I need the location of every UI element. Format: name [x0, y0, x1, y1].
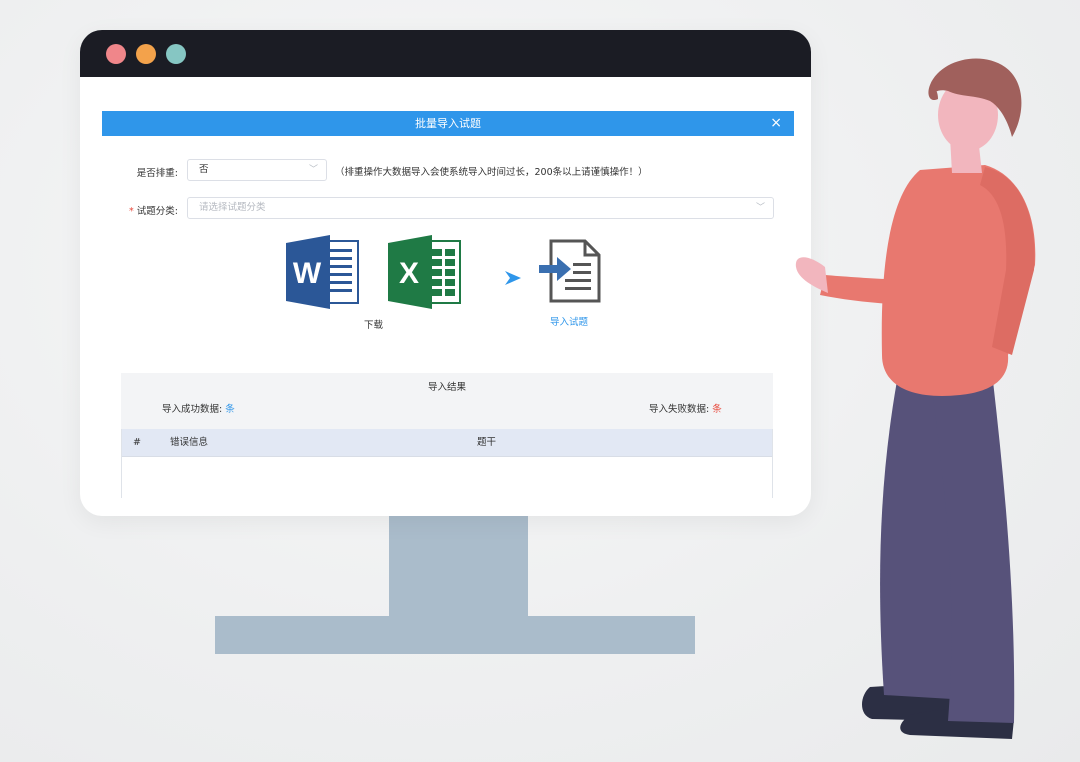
download-label[interactable]: 下载 [364, 317, 383, 331]
monitor-screen: 批量导入试题 × 是否排重: 否 ﹀ （排重操作大数据导入会使系统导入时间过长，… [80, 30, 811, 516]
word-document-icon[interactable]: W [286, 235, 361, 309]
category-select[interactable]: 请选择试题分类 ﹀ [187, 197, 774, 219]
minimize-window-dot[interactable] [136, 44, 156, 64]
fail-count: 导入失败数据: 条 [649, 404, 722, 415]
window-titlebar [80, 30, 811, 77]
table-header: # 错误信息 题干 [122, 429, 772, 457]
dialog-title: 批量导入试题 [415, 117, 481, 130]
svg-text:W: W [293, 257, 322, 290]
arrow-right-icon [503, 268, 523, 288]
category-label-text: 试题分类: [136, 206, 178, 217]
svg-text:X: X [399, 257, 419, 290]
import-questions-link[interactable]: 导入试题 [550, 314, 588, 328]
close-window-dot[interactable] [106, 44, 126, 64]
error-table: # 错误信息 题干 [121, 429, 773, 498]
person-illustration [780, 55, 1080, 762]
required-mark: * [129, 206, 134, 217]
import-document-icon[interactable] [537, 237, 605, 305]
column-index: # [133, 437, 141, 448]
column-question-stem: 题干 [477, 437, 497, 448]
dedupe-hint: （排重操作大数据导入会使系统导入时间过长，200条以上请谨慎操作！） [335, 167, 648, 178]
category-placeholder: 请选择试题分类 [199, 202, 266, 213]
batch-import-dialog: 批量导入试题 × 是否排重: 否 ﹀ （排重操作大数据导入会使系统导入时间过长，… [102, 111, 794, 516]
category-label: * 试题分类: [118, 203, 178, 217]
dedupe-label: 是否排重: [136, 168, 178, 179]
success-count: 导入成功数据: 条 [162, 404, 235, 415]
chevron-down-icon: ﹀ [308, 165, 318, 175]
import-result-panel: 导入结果 导入成功数据: 条 导入失败数据: 条 # 错误信息 题干 [121, 373, 773, 498]
monitor-stand-base [215, 616, 695, 654]
excel-spreadsheet-icon[interactable]: X [388, 235, 462, 309]
dedupe-select[interactable]: 否 ﹀ [187, 159, 327, 181]
dedupe-select-value: 否 [199, 164, 209, 175]
chevron-down-icon: ﹀ [755, 203, 765, 213]
column-error-info: 错误信息 [170, 437, 209, 448]
result-title: 导入结果 [427, 382, 466, 393]
dialog-header: 批量导入试题 × [102, 111, 794, 136]
monitor-stand-neck [389, 514, 528, 618]
maximize-window-dot[interactable] [166, 44, 186, 64]
